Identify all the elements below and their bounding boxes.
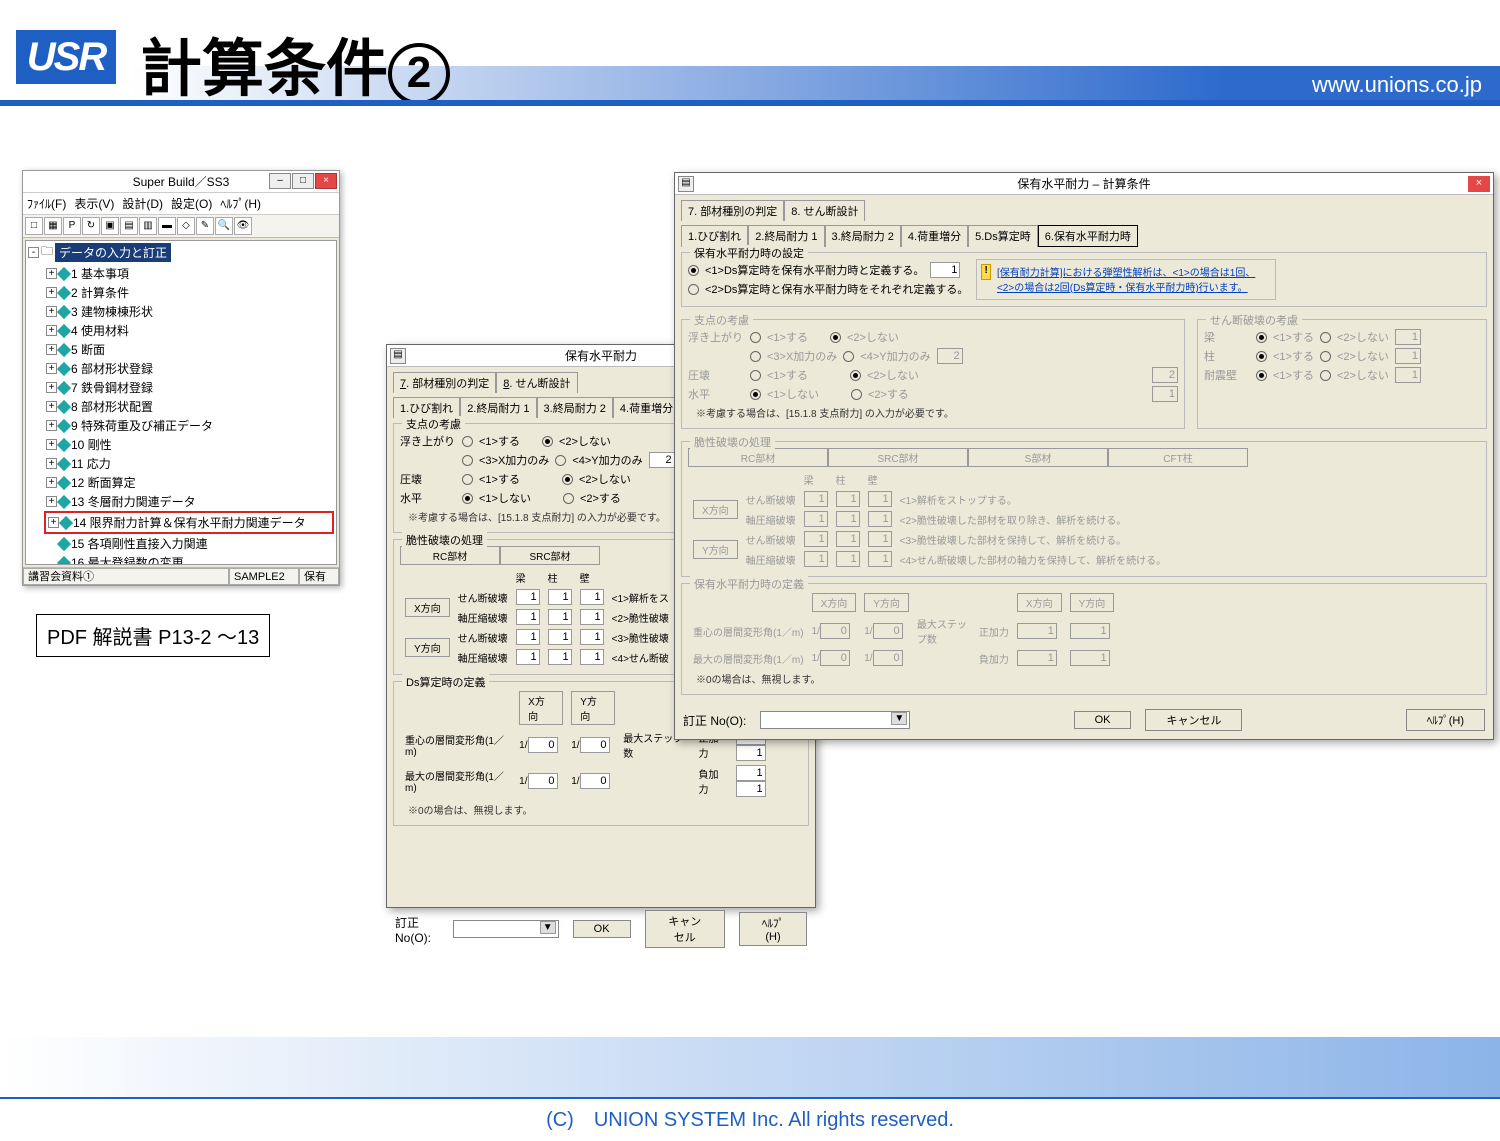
minimize-button[interactable]: – (269, 173, 291, 189)
pdf-note: PDF 解説書 P13-2 ～13 (36, 614, 270, 657)
tree-item[interactable]: +6 部材形状登録 (44, 359, 336, 378)
tree-item[interactable]: +12 断面算定 (44, 473, 336, 492)
tab[interactable]: 4.荷重増分 (901, 225, 968, 247)
tool-icon[interactable]: ✎ (196, 217, 214, 235)
tool-icon[interactable]: 🔍 (215, 217, 233, 235)
tree-item[interactable]: +10 剛性 (44, 435, 336, 454)
tree-pane[interactable]: -🗀データの入力と訂正 +1 基本事項+2 計算条件+3 建物棟棟形状+4 使用… (25, 240, 337, 565)
input[interactable] (930, 262, 960, 278)
tool-icon[interactable]: ▣ (101, 217, 119, 235)
close-button[interactable]: × (1468, 176, 1490, 192)
tab[interactable]: 7. 部材種別の判定 (393, 372, 496, 393)
expand-icon[interactable]: - (28, 247, 39, 258)
tool-icon[interactable]: ▬ (158, 217, 176, 235)
tree-item[interactable]: +11 応力 (44, 454, 336, 473)
help-button[interactable]: ﾍﾙﾌﾟ(H) (1406, 709, 1485, 731)
dialog-buttons: 訂正 No(O): OK キャンセル ﾍﾙﾌﾟ(H) (387, 902, 815, 956)
radio[interactable] (688, 265, 699, 276)
app-titlebar: Super Build／SS3 – □ × (23, 171, 339, 193)
tool-icon[interactable]: ▥ (139, 217, 157, 235)
tab[interactable]: 1.ひび割れ (393, 397, 460, 418)
close-button[interactable]: × (315, 173, 337, 189)
tree-item[interactable]: +13 冬層耐力関連データ (44, 492, 336, 511)
tool-icon[interactable]: ▤ (120, 217, 138, 235)
dialog-titlebar: ▤ 保有水平耐力 – 計算条件 × (675, 173, 1493, 195)
status-bar: 講習会資料① SAMPLE2 保有 (23, 567, 339, 585)
dialog-front: ▤ 保有水平耐力 – 計算条件 × 7. 部材種別の判定 8. せん断設計 1.… (674, 172, 1494, 740)
highlighted-item[interactable]: +14 限界耐力計算＆保有水平耐力関連データ (44, 511, 334, 534)
tab[interactable]: 8. せん断設計 (496, 372, 577, 393)
tree-item[interactable]: +3 建物棟棟形状 (44, 302, 336, 321)
tree-item[interactable]: 15 各項剛性直接入力関連 (44, 534, 336, 553)
warning-box: ! [保有耐力計算]における弾塑性解析は、<1>の場合は1回、<2>の場合は2回… (976, 259, 1276, 300)
tool-icon[interactable]: ▦ (44, 217, 62, 235)
cancel-button[interactable]: キャンセル (645, 910, 725, 948)
tab[interactable]: 7. 部材種別の判定 (681, 200, 784, 221)
page-title: 計算条件2 (140, 18, 450, 108)
tab[interactable]: 3.終局耐力 2 (537, 397, 613, 418)
group-def-disabled: 保有水平耐力時の定義 X方向Y方向X方向Y方向 重心の層間変形角(1／m)1/1… (681, 583, 1487, 695)
tool-icon[interactable]: □ (25, 217, 43, 235)
group-sendan-disabled: せん断破壊の考慮 梁<1>する<2>しない 柱<1>する<2>しない 耐震壁<1… (1197, 319, 1487, 429)
input[interactable] (649, 452, 675, 468)
dialog-menu-icon[interactable]: ▤ (390, 348, 406, 364)
group-zeisei-disabled: 脆性破壊の処理 RC部材 SRC部材 S部材 CFT柱 梁柱壁 X方向せん断破壊… (681, 441, 1487, 577)
correction-select[interactable] (760, 711, 910, 729)
tree-item[interactable]: +2 計算条件 (44, 283, 336, 302)
maximize-button[interactable]: □ (292, 173, 314, 189)
folder-icon: 🗀 (41, 242, 53, 263)
tree-item[interactable]: +9 特殊荷重及び補正データ (44, 416, 336, 435)
tree-item[interactable]: 16 最大登録数の変更 (44, 553, 336, 565)
group-shiten-disabled: 支点の考慮 浮き上がり<1>する<2>しない <3>X加力のみ<4>Y加力のみ … (681, 319, 1185, 429)
header-divider (0, 100, 1500, 106)
tab[interactable]: 1.ひび割れ (681, 225, 748, 247)
tool-icon[interactable]: P (63, 217, 81, 235)
dialog-tabs-row2[interactable]: 1.ひび割れ 2.終局耐力 1 3.終局耐力 2 4.荷重増分 5.Ds算定時 … (675, 220, 1493, 246)
tool-icon[interactable]: 👁 (234, 217, 252, 235)
ok-button[interactable]: OK (573, 920, 631, 938)
tab[interactable]: 5.Ds算定時 (968, 225, 1038, 247)
usr-logo: USR (16, 30, 116, 84)
tab-selected[interactable]: 6.保有水平耐力時 (1038, 225, 1138, 247)
ok-button[interactable]: OK (1074, 711, 1132, 729)
radio[interactable] (688, 284, 699, 295)
tree-item[interactable]: +5 断面 (44, 340, 336, 359)
tab[interactable]: 2.終局耐力 1 (460, 397, 536, 418)
tree-item[interactable]: +7 鉄骨鋼材登録 (44, 378, 336, 397)
page-header: USR 計算条件2 www.unions.co.jp (0, 0, 1500, 100)
help-button[interactable]: ﾍﾙﾌﾟ(H) (739, 912, 807, 946)
site-url: www.unions.co.jp (1312, 72, 1482, 98)
group-hoyuu-setting: 保有水平耐力時の設定 <1>Ds算定時を保有水平耐力時と定義する。 <2>Ds算… (681, 252, 1487, 307)
warning-icon: ! (981, 264, 991, 280)
tool-icon[interactable]: ◇ (177, 217, 195, 235)
dialog-menu-icon[interactable]: ▤ (678, 176, 694, 192)
tab[interactable]: 4.荷重増分 (613, 397, 680, 418)
tree-item[interactable]: +4 使用材料 (44, 321, 336, 340)
footer-gradient (0, 1037, 1500, 1097)
tab[interactable]: 2.終局耐力 1 (748, 225, 824, 247)
tree-item[interactable]: +8 部材形状配置 (44, 397, 336, 416)
cancel-button[interactable]: キャンセル (1145, 709, 1242, 731)
dialog-buttons: 訂正 No(O): OK キャンセル ﾍﾙﾌﾟ(H) (675, 701, 1493, 739)
app-window: Super Build／SS3 – □ × ﾌｧｲﾙ(F)表示(V)設計(D)設… (22, 170, 340, 586)
correction-select[interactable] (453, 920, 558, 938)
footer: (C) UNION SYSTEM Inc. All rights reserve… (0, 1097, 1500, 1139)
toolbar[interactable]: □▦P↻▣▤▥▬◇✎🔍👁 (23, 215, 339, 238)
dialog-tabs-row1[interactable]: 7. 部材種別の判定 8. せん断設計 (675, 195, 1493, 220)
tool-icon[interactable]: ↻ (82, 217, 100, 235)
tree-item[interactable]: +1 基本事項 (44, 264, 336, 283)
tab[interactable]: 3.終局耐力 2 (825, 225, 901, 247)
menubar[interactable]: ﾌｧｲﾙ(F)表示(V)設計(D)設定(O)ﾍﾙﾌﾟ(H) (23, 193, 339, 215)
tab[interactable]: 8. せん断設計 (784, 200, 865, 221)
